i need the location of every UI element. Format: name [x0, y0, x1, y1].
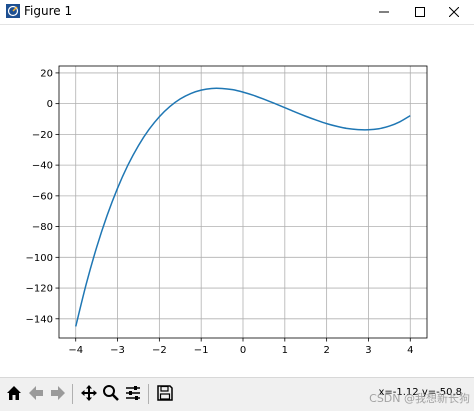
zoom-icon: [103, 385, 119, 401]
pan-button[interactable]: [78, 382, 100, 404]
x-tick-label: 2: [323, 345, 329, 356]
pan-icon: [81, 385, 97, 401]
navigation-toolbar: x=-1.12 y=-50.8 CSDN @我想新长狗: [0, 377, 474, 411]
figure-canvas[interactable]: −4 −3 −2 −1 0 1 2 3 4 20 0 −20 −40 −60 −80 −100 −120 −140: [0, 25, 474, 377]
home-button[interactable]: [3, 382, 25, 404]
x-tick-label: 3: [365, 345, 371, 356]
y-tick-label: −40: [32, 161, 53, 172]
back-icon: [29, 386, 43, 400]
grid-lines: [59, 66, 427, 338]
save-icon: [157, 385, 173, 401]
minimize-button[interactable]: [364, 0, 404, 24]
forward-icon: [51, 386, 65, 400]
y-tick-label: −120: [26, 284, 53, 295]
minimize-icon: [379, 11, 389, 13]
forward-button[interactable]: [47, 382, 69, 404]
y-tick-label: −60: [32, 191, 53, 202]
configure-subplots-button[interactable]: [122, 382, 144, 404]
line-plot: −4 −3 −2 −1 0 1 2 3 4 20 0 −20 −40 −60 −80 −100 −120 −140: [26, 65, 428, 356]
x-tick-label: −2: [152, 345, 167, 356]
zoom-button[interactable]: [100, 382, 122, 404]
y-tick-label: −80: [32, 222, 53, 233]
toolbar-separator: [148, 384, 149, 404]
window-title: Figure 1: [24, 4, 73, 18]
x-tick-label: −3: [110, 345, 125, 356]
x-tick-label: −1: [194, 345, 209, 356]
y-tick-label: −100: [26, 253, 53, 264]
y-tick-label: 20: [40, 68, 53, 79]
close-icon: [449, 7, 459, 17]
y-tick-label: −20: [32, 130, 53, 141]
x-tick-label: 4: [407, 345, 413, 356]
close-button[interactable]: [434, 0, 474, 24]
x-tick-label: 1: [282, 345, 288, 356]
axis-ticks: −4 −3 −2 −1 0 1 2 3 4 20 0 −20 −40 −60 −80 −100 −120 −140: [26, 68, 414, 356]
watermark: CSDN @我想新长狗: [369, 392, 470, 405]
x-tick-label: −4: [68, 345, 83, 356]
maximize-icon: [415, 7, 425, 17]
matplotlib-app-icon: [6, 4, 20, 18]
back-button[interactable]: [25, 382, 47, 404]
x-tick-label: 0: [240, 345, 246, 356]
toolbar-separator: [72, 384, 73, 404]
title-bar: Figure 1: [0, 0, 474, 25]
save-button[interactable]: [154, 382, 176, 404]
home-icon: [7, 386, 21, 400]
y-tick-label: −140: [26, 314, 53, 325]
y-tick-label: 0: [47, 99, 53, 110]
configure-subplots-icon: [126, 386, 140, 400]
